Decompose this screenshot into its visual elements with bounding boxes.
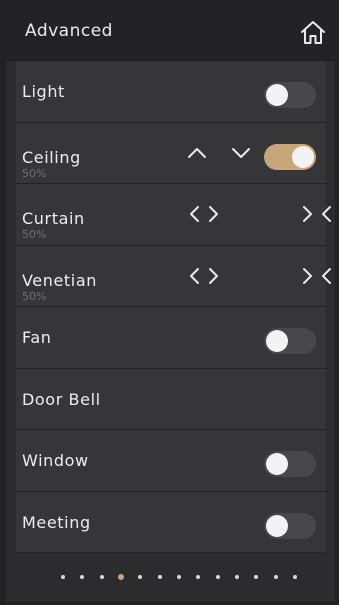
- page-dot[interactable]: [293, 575, 297, 579]
- meeting-toggle[interactable]: [264, 512, 316, 539]
- fan-toggle[interactable]: [264, 328, 316, 354]
- close-icon[interactable]: [301, 205, 333, 223]
- header-bar: Advanced: [6, 4, 335, 61]
- row-label: Ceiling: [22, 147, 81, 167]
- toggle-knob: [292, 145, 314, 168]
- row-label: Window: [22, 451, 89, 470]
- toggle-knob: [266, 330, 288, 352]
- row-level: 50%: [22, 228, 47, 241]
- page-dot[interactable]: [61, 575, 65, 579]
- page-title: Advanced: [25, 21, 113, 41]
- page-dot[interactable]: [196, 575, 200, 579]
- page-dot[interactable]: [254, 575, 258, 579]
- row-fan: Fan: [16, 307, 326, 369]
- toggle-knob: [266, 453, 288, 475]
- open-icon[interactable]: [188, 267, 220, 285]
- row-label: Curtain: [22, 209, 85, 228]
- page-dots: [61, 574, 301, 581]
- row-label: Door Bell: [22, 389, 101, 409]
- close-icon[interactable]: [301, 267, 333, 285]
- toggle-knob: [266, 84, 288, 106]
- toggle-knob: [266, 514, 288, 537]
- row-level: 50%: [22, 289, 47, 303]
- page-dot[interactable]: [80, 575, 84, 579]
- open-icon[interactable]: [188, 205, 220, 223]
- row-ceiling: Ceiling 50%: [16, 122, 326, 184]
- home-icon[interactable]: [298, 18, 328, 48]
- row-label: Fan: [22, 328, 52, 347]
- panel-screen: Advanced Light Ceiling 50% Curtain 50% V…: [6, 4, 335, 601]
- row-door-bell[interactable]: Door Bell: [16, 368, 326, 430]
- page-dot[interactable]: [138, 575, 142, 579]
- row-curtain: Curtain 50%: [16, 184, 331, 246]
- device-list: Light Ceiling 50% Curtain 50% Venetian 5…: [16, 61, 331, 553]
- page-dot[interactable]: [177, 575, 181, 579]
- chevron-up-icon[interactable]: [186, 145, 208, 161]
- row-meeting: Meeting: [16, 491, 326, 553]
- window-toggle[interactable]: [264, 451, 316, 477]
- page-dot[interactable]: [158, 575, 162, 579]
- page-dot[interactable]: [216, 575, 220, 579]
- page-indicator: [6, 555, 335, 601]
- row-window: Window: [16, 430, 326, 492]
- page-dot[interactable]: [100, 575, 104, 579]
- row-light: Light: [16, 61, 326, 123]
- row-label: Venetian: [22, 270, 97, 290]
- light-toggle[interactable]: [264, 82, 316, 108]
- chevron-down-icon[interactable]: [230, 145, 252, 161]
- row-label: Light: [22, 82, 65, 101]
- row-venetian: Venetian 50%: [16, 245, 331, 307]
- row-label: Meeting: [22, 512, 91, 532]
- ceiling-toggle[interactable]: [264, 143, 316, 170]
- page-dot[interactable]: [235, 575, 239, 579]
- page-dot[interactable]: [274, 575, 278, 579]
- screen-frame: Advanced Light Ceiling 50% Curtain 50% V…: [0, 0, 339, 605]
- page-dot-active[interactable]: [118, 574, 124, 580]
- row-level: 50%: [22, 166, 47, 180]
